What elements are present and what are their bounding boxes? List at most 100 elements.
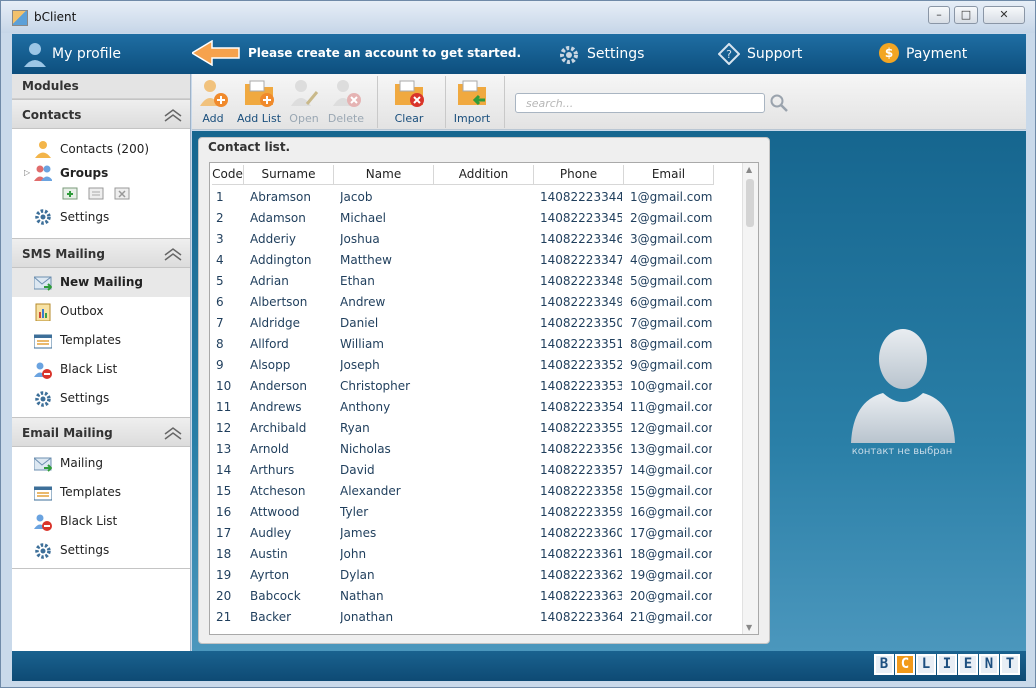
profile-icon[interactable]: [22, 41, 48, 67]
settings-link[interactable]: Settings: [587, 46, 644, 62]
table-row[interactable]: 13 Arnold Nicholas 14082223356 13@gmail.com: [210, 439, 742, 460]
minimize-button[interactable]: –: [928, 6, 950, 24]
table-cell: Abramson: [250, 190, 312, 204]
sidebar-item-sms-black-list[interactable]: Black List: [12, 355, 190, 384]
table-row[interactable]: 2 Adamson Michael 14082223345 2@gmail.com: [210, 208, 742, 229]
expand-icon[interactable]: ▷: [24, 161, 30, 185]
support-link[interactable]: Support: [747, 46, 802, 62]
sidebar-item-sms-settings[interactable]: Settings: [12, 384, 190, 413]
table-cell: William: [340, 337, 384, 351]
account-notice: Please create an account to get started.: [248, 46, 522, 60]
collapse-icon[interactable]: [164, 246, 182, 262]
table-row[interactable]: 6 Albertson Andrew 14082223349 6@gmail.com: [210, 292, 742, 313]
table-row[interactable]: 16 Attwood Tyler 14082223359 16@gmail.com: [210, 502, 742, 523]
toolbar: Add Add List Open Delete Clear Import se…: [192, 74, 1026, 130]
table-row[interactable]: 15 Atcheson Alexander 14082223358 15@gmail.c…: [210, 481, 742, 502]
table-cell: Arthurs: [250, 463, 295, 477]
table-row[interactable]: 8 Allford William 14082223351 8@gmail.com: [210, 334, 742, 355]
collapse-icon[interactable]: [164, 107, 182, 123]
table-row[interactable]: 19 Ayrton Dylan 14082223362 19@gmail.com: [210, 565, 742, 586]
import-button[interactable]: Import: [450, 78, 494, 125]
column-header[interactable]: Addition: [434, 165, 534, 185]
payment-link[interactable]: Payment: [906, 46, 967, 62]
scrollbar-thumb[interactable]: [746, 179, 754, 227]
table-row[interactable]: 14 Arthurs David 14082223357 14@gmail.com: [210, 460, 742, 481]
sidebar-item-label: New Mailing: [60, 275, 143, 289]
section-email-mailing[interactable]: Email Mailing: [12, 417, 190, 447]
table-cell: 14082223352: [540, 358, 622, 372]
sidebar-item-contacts-settings[interactable]: Settings: [12, 205, 190, 229]
sidebar-item-groups[interactable]: ▷ Groups: [12, 161, 190, 185]
scroll-up-icon[interactable]: ▲: [746, 165, 752, 174]
table-cell: 8@gmail.com: [630, 337, 712, 351]
table-cell: James: [340, 526, 377, 540]
my-profile-link[interactable]: My profile: [52, 46, 121, 62]
table-row[interactable]: 3 Adderiy Joshua 14082223346 3@gmail.com: [210, 229, 742, 250]
section-contacts[interactable]: Contacts: [12, 99, 190, 129]
sidebar-item-label: Settings: [60, 391, 110, 405]
column-header[interactable]: Surname: [244, 165, 334, 185]
table-cell: 10@gmail.com: [630, 379, 712, 393]
column-header[interactable]: Phone: [534, 165, 624, 185]
table-row[interactable]: 9 Alsopp Joseph 14082223352 9@gmail.com: [210, 355, 742, 376]
table-cell: 19: [216, 568, 232, 582]
table-row[interactable]: 5 Adrian Ethan 14082223348 5@gmail.com: [210, 271, 742, 292]
maximize-button[interactable]: □: [954, 6, 978, 24]
svg-text:?: ?: [726, 48, 732, 61]
sidebar-item-email-mailing[interactable]: Mailing: [12, 449, 190, 478]
add-list-button[interactable]: Add List: [236, 78, 282, 125]
table-cell: Anderson: [250, 379, 307, 393]
search-input[interactable]: search...: [515, 93, 765, 113]
table-cell: Nicholas: [340, 442, 391, 456]
dollar-coin-icon: $: [878, 42, 900, 64]
sidebar-item-new-mailing[interactable]: New Mailing: [12, 268, 190, 297]
table-row[interactable]: 18 Austin John 14082223361 18@gmail.com: [210, 544, 742, 565]
table-cell: 14082223359: [540, 505, 622, 519]
table-cell: 6: [216, 295, 224, 309]
table-cell: 14082223345: [540, 211, 622, 225]
table-cell: 21: [216, 610, 232, 624]
open-button[interactable]: Open: [282, 78, 326, 125]
table-row[interactable]: 20 Babcock Nathan 14082223363 20@gmail.com: [210, 586, 742, 607]
column-header[interactable]: Email: [624, 165, 714, 185]
table-cell: 14082223348: [540, 274, 622, 288]
delete-group-icon[interactable]: [114, 187, 130, 201]
table-cell: 18: [216, 547, 232, 561]
table-row[interactable]: 1 Abramson Jacob 14082223344 1@gmail.com: [210, 187, 742, 208]
vertical-scrollbar[interactable]: ▲ ▼: [742, 163, 758, 634]
sidebar-item-outbox[interactable]: Outbox: [12, 297, 190, 326]
close-button[interactable]: ✕: [983, 6, 1025, 24]
scroll-down-icon[interactable]: ▼: [746, 623, 752, 632]
table-row[interactable]: 17 Audley James 14082223360 17@gmail.com: [210, 523, 742, 544]
table-row[interactable]: 11 Andrews Anthony 14082223354 11@gmail.com: [210, 397, 742, 418]
sidebar-item-label: Contacts (200): [60, 142, 150, 156]
sidebar-item-contacts[interactable]: Contacts (200): [12, 137, 190, 161]
table-row[interactable]: 7 Aldridge Daniel 14082223350 7@gmail.com: [210, 313, 742, 334]
add-group-icon[interactable]: [62, 187, 78, 201]
collapse-icon[interactable]: [164, 425, 182, 441]
edit-group-icon[interactable]: [88, 187, 104, 201]
table-row[interactable]: 12 Archibald Ryan 14082223355 12@gmail.com: [210, 418, 742, 439]
sidebar-item-sms-templates[interactable]: Templates: [12, 326, 190, 355]
sidebar-item-email-settings[interactable]: Settings: [12, 536, 190, 565]
search-icon[interactable]: [769, 93, 789, 113]
table-cell: Tyler: [340, 505, 369, 519]
table-cell: Adamson: [250, 211, 306, 225]
clear-button[interactable]: Clear: [387, 78, 431, 125]
column-header[interactable]: Name: [334, 165, 434, 185]
table-row[interactable]: 10 Anderson Christopher 14082223353 10@gmail…: [210, 376, 742, 397]
table-cell: 9@gmail.com: [630, 358, 712, 372]
add-button[interactable]: Add: [191, 78, 235, 125]
section-sms-title: SMS Mailing: [22, 247, 105, 261]
sidebar-item-email-black-list[interactable]: Black List: [12, 507, 190, 536]
add-contact-icon: [200, 80, 228, 107]
section-sms-mailing[interactable]: SMS Mailing: [12, 238, 190, 268]
table-row[interactable]: 4 Addington Matthew 14082223347 4@gmail.com: [210, 250, 742, 271]
table-cell: 14082223346: [540, 232, 622, 246]
delete-button[interactable]: Delete: [324, 78, 368, 125]
table-row[interactable]: 21 Backer Jonathan 14082223364 21@gmail.com: [210, 607, 742, 628]
column-header[interactable]: Code: [212, 165, 244, 185]
table-cell: Archibald: [250, 421, 307, 435]
envelope-arrow-icon: [34, 457, 52, 472]
sidebar-item-email-templates[interactable]: Templates: [12, 478, 190, 507]
